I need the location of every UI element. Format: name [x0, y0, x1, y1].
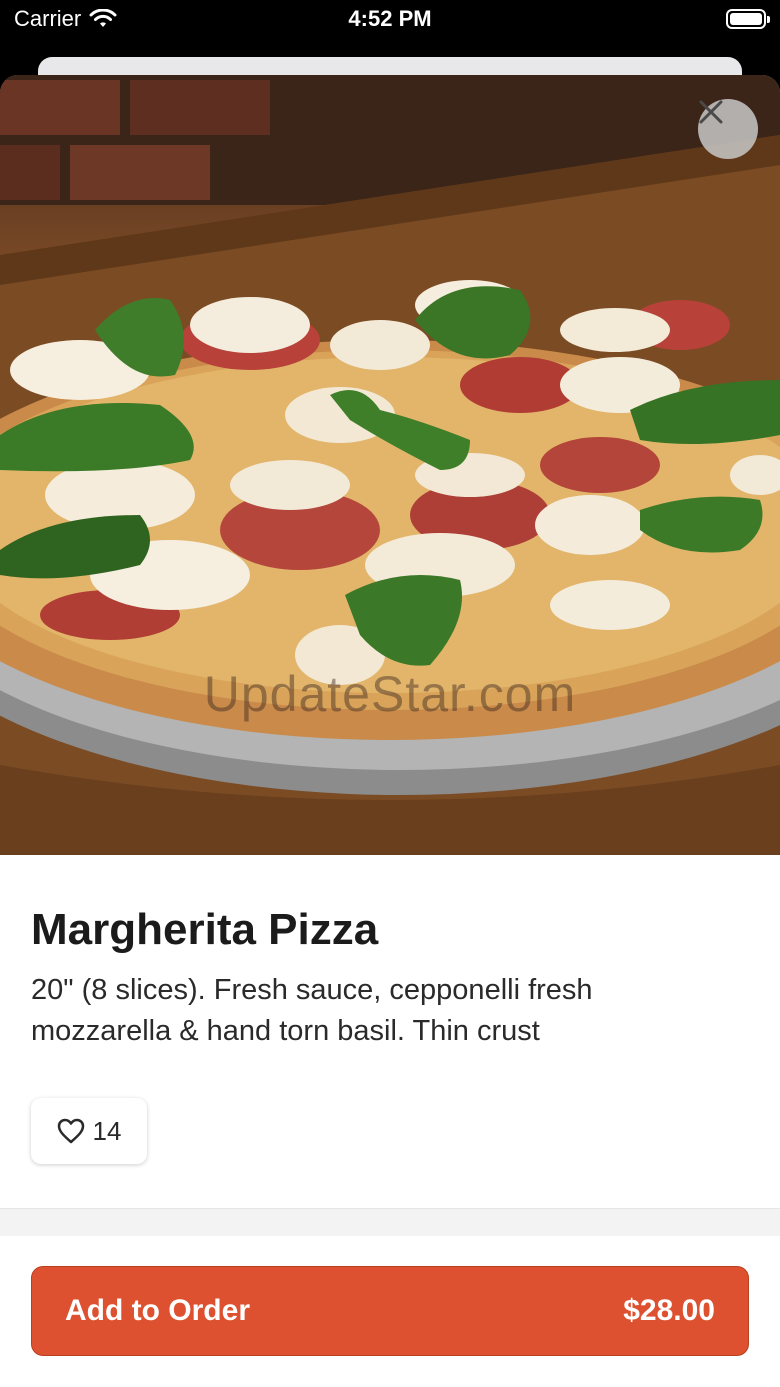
pizza-illustration	[0, 75, 780, 855]
close-icon	[699, 100, 723, 124]
item-description: 20" (8 slices). Fresh sauce, cepponelli …	[31, 974, 593, 1047]
status-time: 4:52 PM	[348, 6, 432, 31]
like-button[interactable]: 14	[31, 1098, 147, 1164]
heart-icon	[57, 1118, 84, 1144]
close-button[interactable]	[698, 99, 758, 159]
item-detail-sheet: UpdateStar.com Margherita Pizza 20" (8 s…	[0, 75, 780, 1387]
like-count: 14	[92, 1115, 122, 1146]
item-image: UpdateStar.com	[0, 75, 780, 855]
order-price: $28.00	[623, 1294, 715, 1327]
item-title: Margherita Pizza	[31, 905, 379, 954]
image-watermark: UpdateStar.com	[203, 666, 577, 722]
add-to-order-label: Add to Order	[65, 1294, 250, 1327]
footer-divider	[0, 1208, 780, 1236]
status-bar: Carrier 4:52 PM	[0, 0, 780, 44]
add-to-order-button[interactable]: Add to Order $28.00	[31, 1266, 749, 1356]
battery-icon	[726, 9, 770, 29]
